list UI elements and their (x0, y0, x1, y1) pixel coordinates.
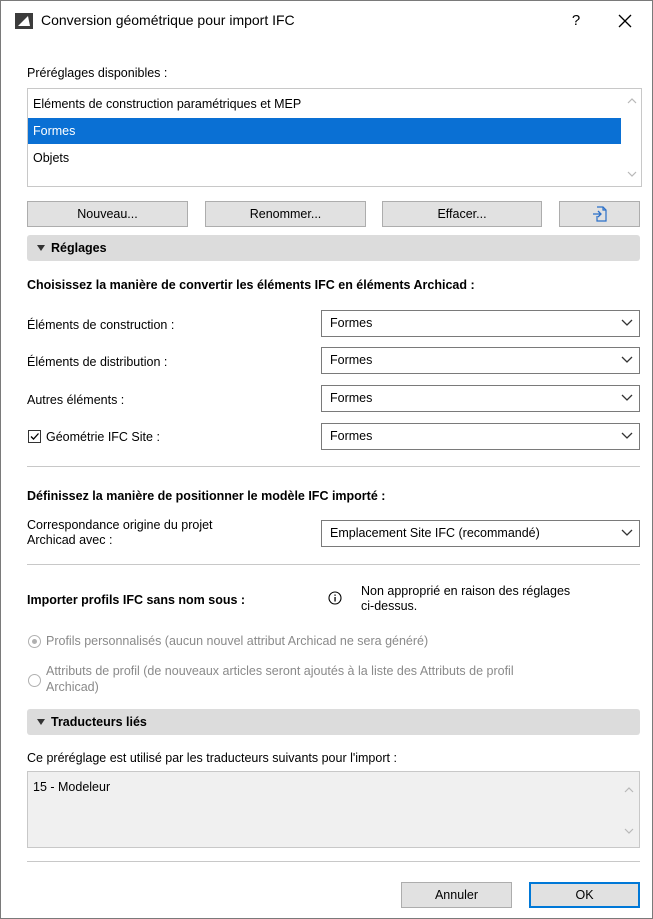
cancel-button[interactable]: Annuler (401, 882, 512, 908)
scroll-down-icon[interactable] (627, 169, 637, 179)
settings-divider-2 (27, 564, 640, 565)
other-elements-label: Autres éléments : (27, 393, 125, 407)
presets-listbox[interactable]: Eléments de construction paramétriques e… (27, 88, 642, 187)
custom-profiles-label: Profils personnalisés (aucun nouvel attr… (46, 634, 429, 648)
position-heading: Définissez la manière de positionner le … (27, 489, 386, 503)
origin-select[interactable]: Emplacement Site IFC (recommandé) (321, 520, 640, 547)
scroll-up-icon[interactable] (624, 785, 634, 795)
construction-elements-label: Éléments de construction : (27, 318, 175, 332)
footer-divider (27, 861, 640, 862)
custom-profiles-radio[interactable] (28, 635, 41, 648)
settings-section-header[interactable]: Réglages (27, 235, 640, 261)
settings-divider-1 (27, 466, 640, 467)
delete-preset-button[interactable]: Effacer... (382, 201, 542, 227)
chevron-down-icon (621, 432, 633, 439)
scroll-down-icon[interactable] (624, 826, 634, 836)
construction-elements-value: Formes (330, 316, 373, 330)
translators-description: Ce préréglage est utilisé par les traduc… (27, 751, 397, 765)
collapse-triangle-icon (37, 719, 45, 725)
profiles-label: Importer profils IFC sans nom sous : (27, 593, 246, 607)
preset-item-objets[interactable]: Objets (28, 145, 621, 171)
new-preset-button[interactable]: Nouveau... (27, 201, 188, 227)
other-elements-value: Formes (330, 391, 373, 405)
ok-button[interactable]: OK (529, 882, 640, 908)
translators-list[interactable]: 15 - Modeleur (27, 771, 640, 848)
other-elements-select[interactable]: Formes (321, 385, 640, 412)
settings-header-label: Réglages (51, 241, 107, 255)
distribution-elements-select[interactable]: Formes (321, 347, 640, 374)
origin-label-line2: Archicad avec : (27, 533, 113, 547)
close-icon (618, 14, 632, 28)
distribution-elements-label: Éléments de distribution : (27, 355, 168, 369)
site-geometry-checkbox[interactable] (28, 430, 41, 443)
window-title: Conversion géométrique pour import IFC (41, 12, 295, 28)
profile-attributes-label-line2: Archicad) (46, 680, 99, 694)
convert-heading: Choisissez la manière de convertir les é… (27, 278, 475, 292)
import-preset-button[interactable] (559, 201, 640, 227)
distribution-elements-value: Formes (330, 353, 373, 367)
preset-item-formes[interactable]: Formes (28, 118, 621, 144)
origin-value: Emplacement Site IFC (recommandé) (330, 526, 540, 540)
profile-attributes-label-line1: Attributs de profil (de nouveaux article… (46, 664, 514, 678)
translators-header-label: Traducteurs liés (51, 715, 147, 729)
preset-item-parametric[interactable]: Eléments de construction paramétriques e… (28, 91, 621, 117)
info-icon (328, 591, 342, 605)
chevron-down-icon (621, 319, 633, 326)
help-button[interactable]: ? (564, 9, 588, 33)
profile-attributes-radio[interactable] (28, 674, 41, 687)
translators-section-header[interactable]: Traducteurs liés (27, 709, 640, 735)
checkmark-icon (30, 433, 39, 440)
translator-item: 15 - Modeleur (33, 780, 111, 794)
scroll-up-icon[interactable] (627, 96, 637, 106)
site-geometry-select[interactable]: Formes (321, 423, 640, 450)
info-text-line1: Non approprié en raison des réglages (361, 584, 571, 598)
import-file-icon (592, 206, 607, 222)
close-button[interactable] (613, 9, 637, 33)
presets-label: Préréglages disponibles : (27, 66, 168, 80)
origin-label-line1: Correspondance origine du projet (27, 518, 213, 532)
site-geometry-value: Formes (330, 429, 373, 443)
rename-preset-button[interactable]: Renommer... (205, 201, 366, 227)
construction-elements-select[interactable]: Formes (321, 310, 640, 337)
chevron-down-icon (621, 356, 633, 363)
presets-scrollbar[interactable] (623, 89, 641, 186)
archicad-app-icon (15, 13, 33, 29)
chevron-down-icon (621, 529, 633, 536)
site-geometry-label: Géométrie IFC Site : (46, 430, 160, 444)
title-bar: Conversion géométrique pour import IFC ? (1, 1, 652, 41)
collapse-triangle-icon (37, 245, 45, 251)
chevron-down-icon (621, 394, 633, 401)
info-text-line2: ci-dessus. (361, 599, 418, 613)
